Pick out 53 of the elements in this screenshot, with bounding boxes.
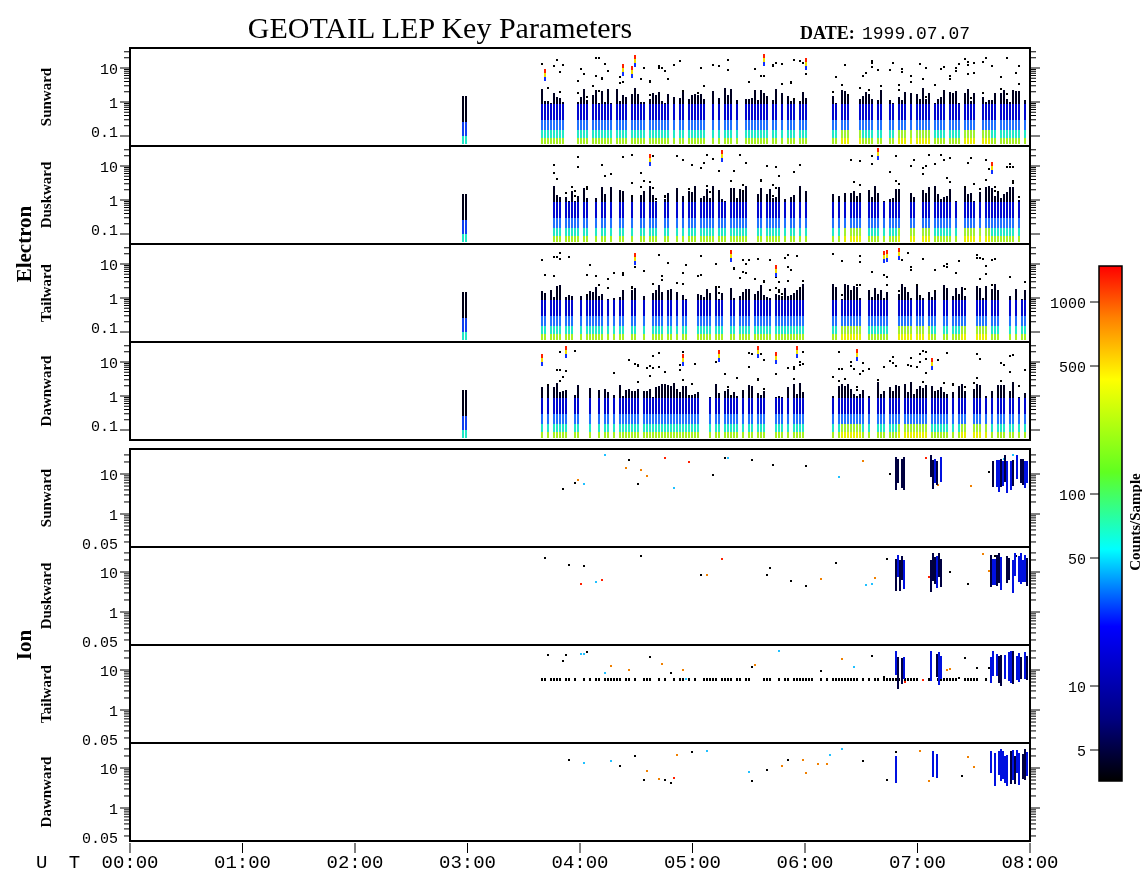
panel-label: Sunward [38,67,54,127]
x-tick-label: 00:00 [101,852,159,874]
color-scale-tick-label: 1000 [1050,296,1086,313]
color-scale-tick-label: 100 [1059,488,1086,505]
x-tick-label: 05:00 [664,852,721,874]
x-tick-label: 02:00 [326,852,384,874]
y-tick-label: 10 [100,62,118,79]
x-tick-label: 06:00 [776,852,834,874]
color-scale-tick-label: 50 [1068,552,1086,569]
panel-label: Duskward [38,562,54,630]
y-tick-label: 10 [100,356,118,373]
plot-title: GEOTAIL LEP Key Parameters [247,11,633,44]
x-tick-label: 04:00 [551,852,609,874]
y-tick-label: 1 [109,508,118,525]
x-tick-label: 08:00 [1001,852,1059,874]
y-tick-label: 1 [109,194,118,211]
panel-label: Tailward [38,665,54,723]
color-scale-tick-label: 5 [1077,744,1086,761]
x-tick-label: 07:00 [889,852,946,874]
x-tick-label: 01:00 [214,852,271,874]
y-tick-label: 0.1 [91,321,118,338]
date-label: DATE: [800,23,855,43]
panel-label: Tailward [38,264,54,322]
panel-label: Duskward [38,161,54,229]
y-tick-label: 1 [109,802,118,819]
date-value: 1999.07.07 [862,24,971,44]
y-tick-label: 0.05 [82,635,118,652]
y-tick-label: 1 [109,704,118,721]
y-tick-label: 0.05 [82,733,118,750]
y-tick-label: 0.1 [91,223,118,240]
color-scale-tick-label: 500 [1059,360,1086,377]
y-tick-label: 0.1 [91,419,118,436]
x-axis-label: U T [36,852,81,874]
panel-label: Dawnward [38,355,54,427]
panel-label: Dawnward [38,756,54,828]
y-tick-label: 10 [100,762,118,779]
group-label: Electron [12,205,36,283]
y-tick-label: 1 [109,96,118,113]
y-tick-label: 10 [100,664,118,681]
y-tick-label: 10 [100,160,118,177]
panel-label: Sunward [38,468,54,528]
y-tick-label: 0.1 [91,125,118,142]
y-tick-label: 1 [109,292,118,309]
y-tick-label: 10 [100,258,118,275]
y-tick-label: 0.05 [82,831,118,848]
y-tick-label: 10 [100,566,118,583]
y-tick-label: 10 [100,468,118,485]
y-tick-label: 1 [109,390,118,407]
y-tick-label: 1 [109,606,118,623]
y-tick-label: 0.05 [82,537,118,554]
group-label: Ion [12,629,36,661]
color-scale-tick-label: 10 [1068,680,1086,697]
x-tick-label: 03:00 [439,852,496,874]
